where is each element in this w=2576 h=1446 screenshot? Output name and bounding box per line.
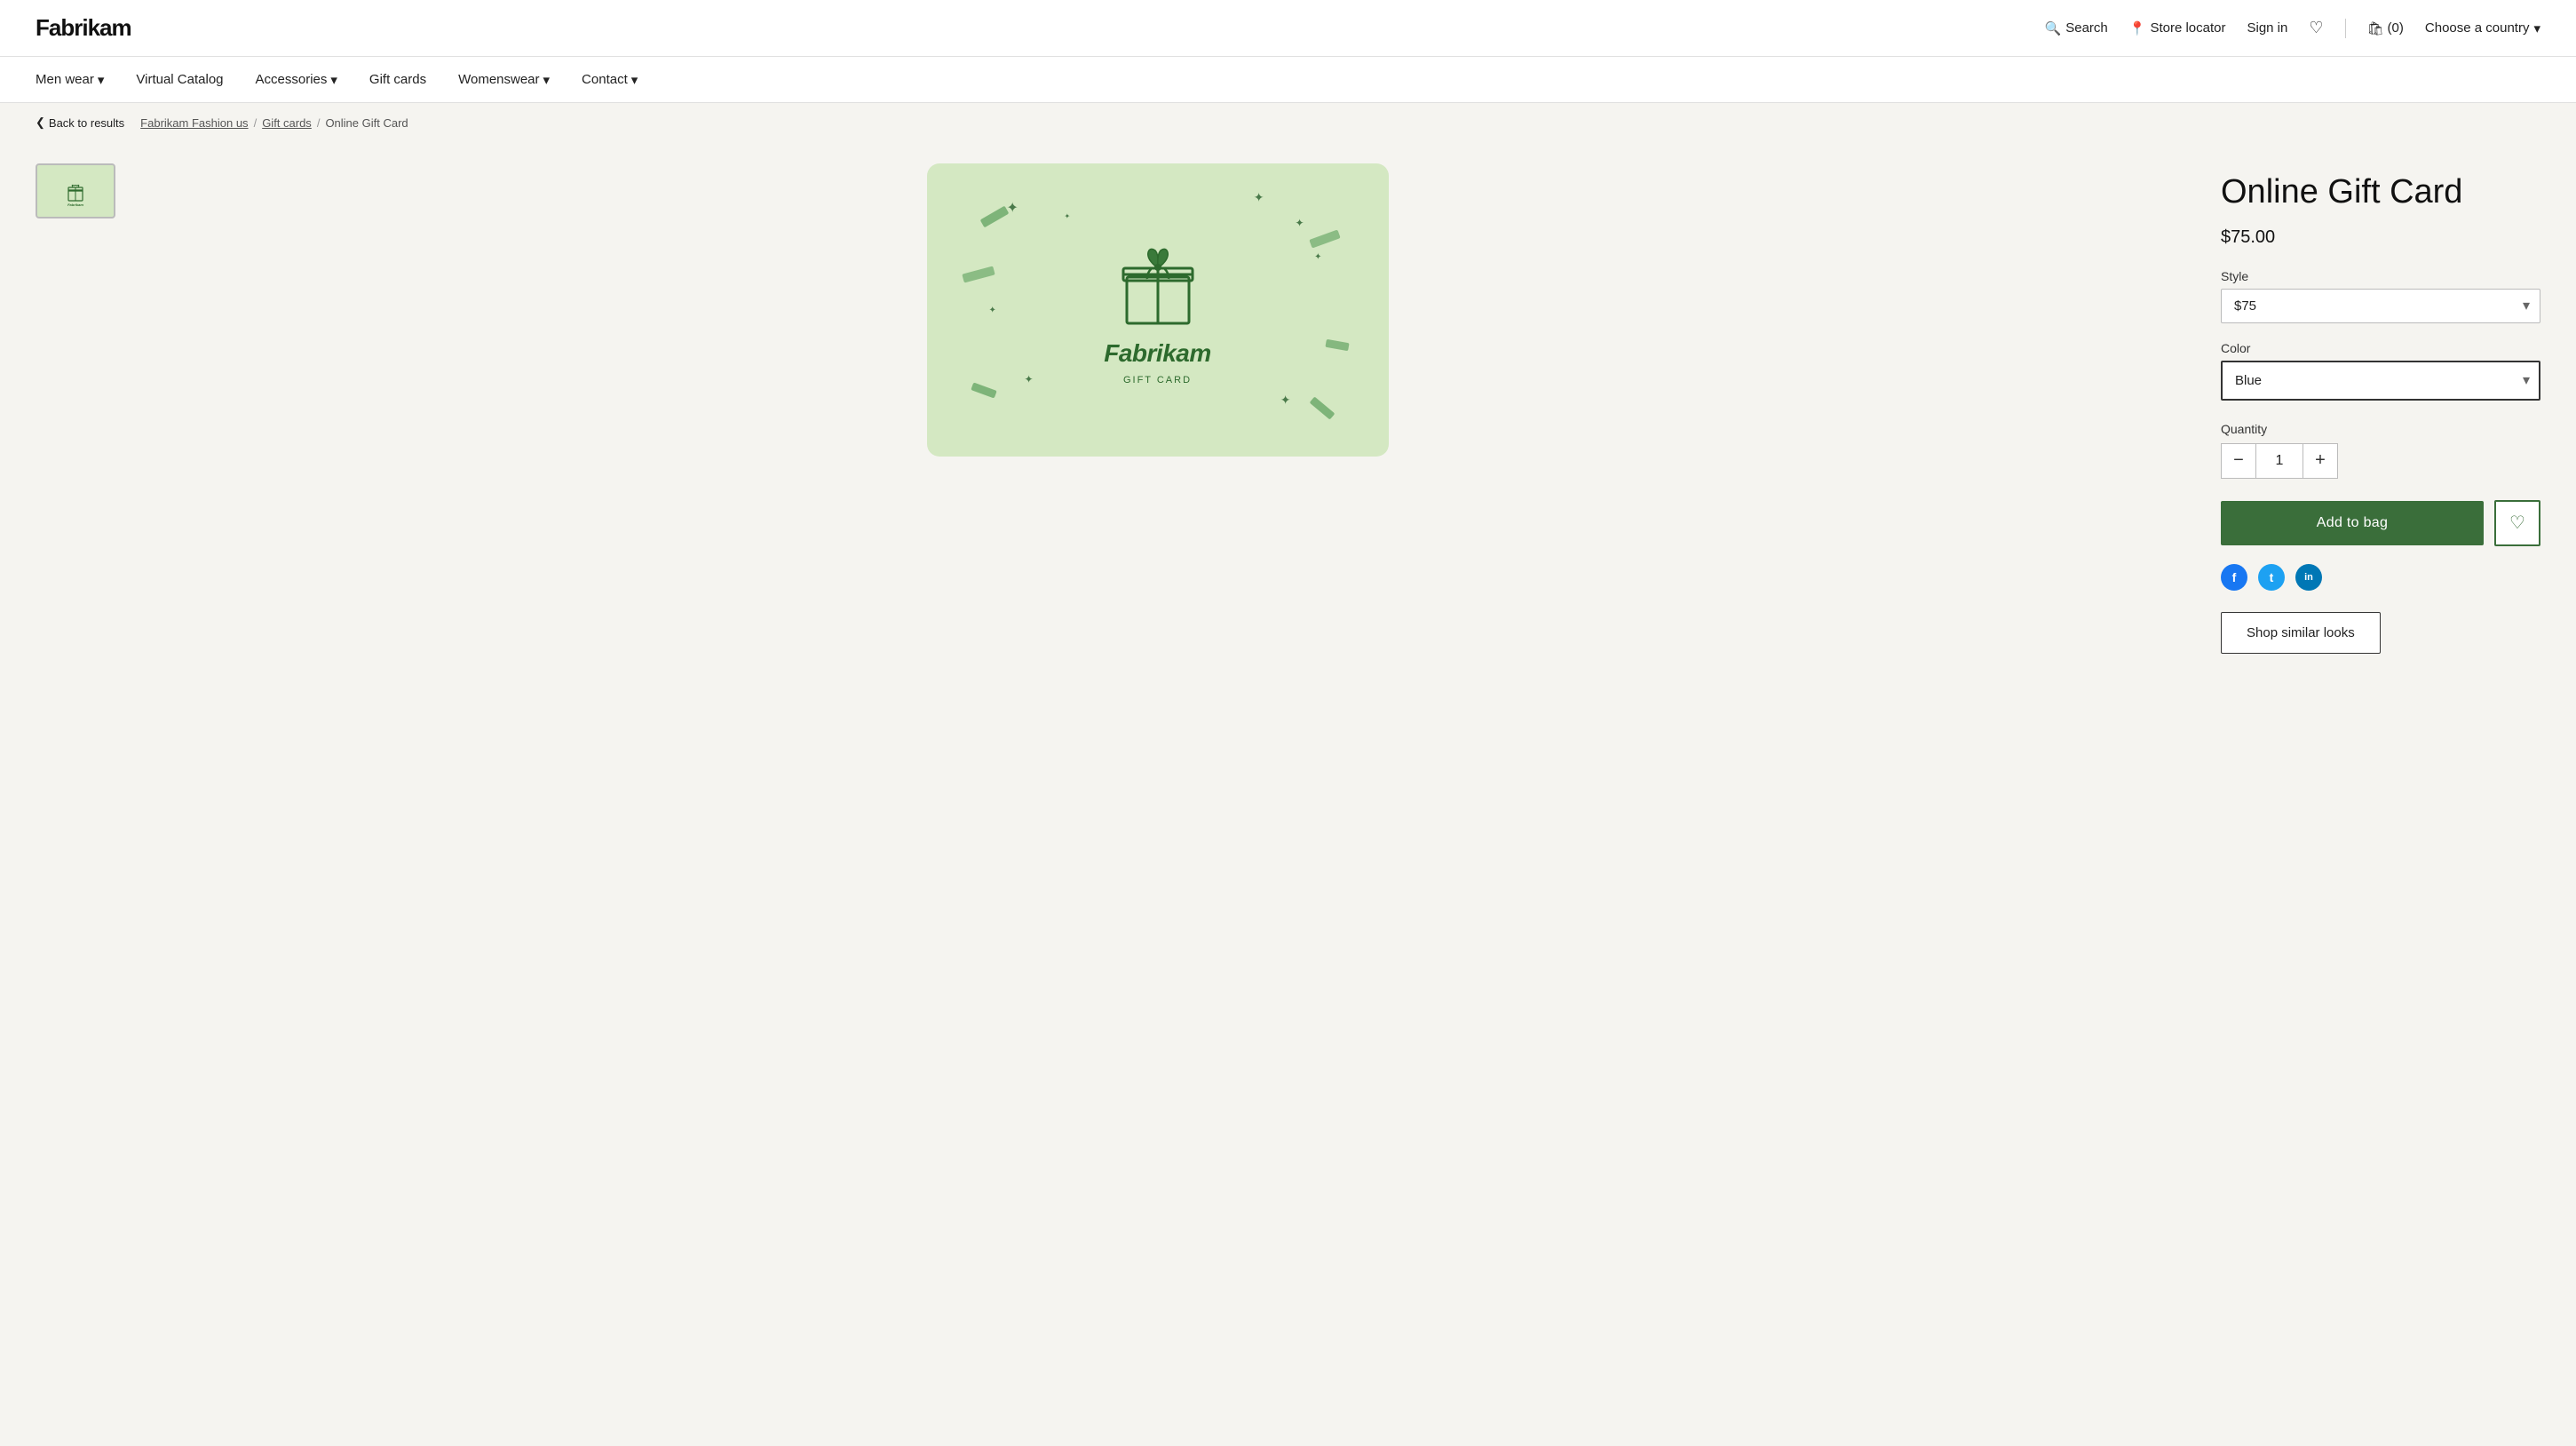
nav-item-virtualcatalog[interactable]: Virtual Catalog bbox=[136, 68, 223, 91]
heart-icon[interactable]: ♡ bbox=[2309, 19, 2323, 37]
back-to-results-button[interactable]: ❮ Back to results bbox=[36, 115, 124, 130]
thumbnail-gift-svg: Fabrikam bbox=[49, 174, 102, 208]
nav-item-womenswear[interactable]: Womenswear ▾ bbox=[458, 68, 550, 91]
gift-box-svg bbox=[1109, 234, 1207, 332]
breadcrumb-separator: / bbox=[317, 116, 321, 130]
product-title: Online Gift Card bbox=[2221, 172, 2540, 213]
breadcrumb-current: Online Gift Card bbox=[325, 116, 408, 130]
add-to-bag-button[interactable]: Add to bag bbox=[2221, 501, 2484, 545]
facebook-icon: f bbox=[2232, 570, 2237, 584]
gift-card-content: Fabrikam GIFT CARD bbox=[1104, 234, 1211, 385]
color-select[interactable]: Blue Green Red Purple bbox=[2221, 361, 2540, 401]
country-selector[interactable]: Choose a country ▾ bbox=[2425, 20, 2540, 36]
chevron-down-icon: ▾ bbox=[631, 72, 638, 88]
thumbnail-column: Fabrikam bbox=[36, 163, 115, 218]
color-selector: Blue Green Red Purple ▾ bbox=[2221, 361, 2540, 401]
quantity-increase-button[interactable]: + bbox=[2303, 443, 2338, 479]
search-icon: 🔍 bbox=[2045, 20, 2062, 36]
confetti-6 bbox=[1325, 339, 1349, 351]
product-price: $75.00 bbox=[2221, 227, 2540, 248]
shop-similar-button[interactable]: Shop similar looks bbox=[2221, 612, 2381, 654]
chevron-down-icon: ▾ bbox=[2533, 20, 2540, 36]
add-to-bag-row: Add to bag ♡ bbox=[2221, 500, 2540, 546]
twitter-share-button[interactable]: t bbox=[2258, 564, 2285, 591]
site-header: Fabrikam 🔍 Search 📍 Store locator Sign i… bbox=[0, 0, 2576, 57]
linkedin-icon: in bbox=[2304, 572, 2313, 583]
twitter-icon: t bbox=[2270, 570, 2274, 584]
breadcrumb-link-giftcards[interactable]: Gift cards bbox=[262, 116, 312, 130]
search-button[interactable]: 🔍 Search bbox=[2045, 20, 2108, 36]
sparkle-1: ✦ bbox=[1007, 199, 1019, 217]
quantity-decrease-button[interactable]: − bbox=[2221, 443, 2256, 479]
main-content: Fabrikam ✦ ✦ ✦ ✦ ✦ ✦ bbox=[0, 142, 2576, 1428]
sparkle-6: ✦ bbox=[1280, 393, 1291, 408]
thumbnail-image[interactable]: Fabrikam bbox=[36, 163, 115, 218]
style-selector: $25 $50 $75 $100 $150 $200 ▾ bbox=[2221, 289, 2540, 323]
sparkle-2: ✦ bbox=[1295, 217, 1304, 229]
sparkle-7: ✦ bbox=[1314, 252, 1321, 262]
chevron-down-icon: ▾ bbox=[330, 72, 337, 88]
gift-card-subtitle: GIFT CARD bbox=[1123, 375, 1192, 385]
linkedin-share-button[interactable]: in bbox=[2295, 564, 2322, 591]
nav-item-accessories[interactable]: Accessories ▾ bbox=[256, 68, 337, 91]
main-nav: Men wear ▾ Virtual Catalog Accessories ▾… bbox=[0, 57, 2576, 103]
site-logo[interactable]: Fabrikam bbox=[36, 14, 131, 42]
chevron-down-icon: ▾ bbox=[543, 72, 551, 88]
product-main-image: ✦ ✦ ✦ ✦ ✦ ✦ ✦ ✦ bbox=[130, 163, 2185, 457]
gift-card-image: ✦ ✦ ✦ ✦ ✦ ✦ ✦ ✦ bbox=[927, 163, 1389, 457]
facebook-share-button[interactable]: f bbox=[2221, 564, 2247, 591]
breadcrumb-separator: / bbox=[254, 116, 258, 130]
store-locator-icon: 📍 bbox=[2129, 20, 2146, 36]
header-divider bbox=[2345, 19, 2346, 38]
nav-item-menwear[interactable]: Men wear ▾ bbox=[36, 68, 104, 91]
confetti-3 bbox=[962, 266, 995, 283]
bag-icon: 🛍 bbox=[2367, 20, 2384, 36]
chevron-down-icon: ▾ bbox=[98, 72, 105, 88]
svg-text:Fabrikam: Fabrikam bbox=[67, 203, 83, 207]
product-details: Online Gift Card $75.00 Style $25 $50 $7… bbox=[2221, 163, 2540, 1375]
cart-button[interactable]: 🛍 (0) bbox=[2367, 20, 2404, 36]
plus-icon: + bbox=[2315, 450, 2326, 471]
confetti-5 bbox=[1309, 229, 1340, 248]
quantity-value: 1 bbox=[2256, 443, 2303, 479]
header-actions: 🔍 Search 📍 Store locator Sign in ♡ 🛍 (0)… bbox=[2045, 19, 2540, 38]
confetti-4 bbox=[1309, 396, 1335, 419]
sparkle-5: ✦ bbox=[1025, 373, 1034, 385]
sparkle-8: ✦ bbox=[1065, 212, 1071, 220]
chevron-left-icon: ❮ bbox=[36, 115, 45, 130]
nav-item-giftcards[interactable]: Gift cards bbox=[369, 68, 426, 91]
breadcrumb: ❮ Back to results Fabrikam Fashion us / … bbox=[0, 103, 2576, 142]
wishlist-button[interactable]: ♡ bbox=[2494, 500, 2540, 546]
confetti-2 bbox=[971, 382, 996, 398]
heart-icon: ♡ bbox=[2509, 512, 2525, 534]
store-locator-button[interactable]: 📍 Store locator bbox=[2129, 20, 2226, 36]
sparkle-3: ✦ bbox=[989, 306, 996, 315]
quantity-label: Quantity bbox=[2221, 422, 2540, 436]
sparkle-4: ✦ bbox=[1254, 190, 1264, 205]
breadcrumb-link-home[interactable]: Fabrikam Fashion us bbox=[140, 116, 248, 130]
sign-in-button[interactable]: Sign in bbox=[2247, 20, 2287, 36]
style-label: Style bbox=[2221, 269, 2540, 283]
social-sharing: f t in bbox=[2221, 564, 2540, 591]
product-images: Fabrikam ✦ ✦ ✦ ✦ ✦ ✦ bbox=[36, 163, 2185, 1375]
gift-card-brand: Fabrikam bbox=[1104, 339, 1211, 368]
confetti-1 bbox=[979, 206, 1009, 228]
minus-icon: − bbox=[2233, 450, 2244, 471]
nav-item-contact[interactable]: Contact ▾ bbox=[582, 68, 638, 91]
style-select[interactable]: $25 $50 $75 $100 $150 $200 bbox=[2221, 289, 2540, 323]
quantity-control: − 1 + bbox=[2221, 443, 2540, 479]
color-label: Color bbox=[2221, 341, 2540, 355]
